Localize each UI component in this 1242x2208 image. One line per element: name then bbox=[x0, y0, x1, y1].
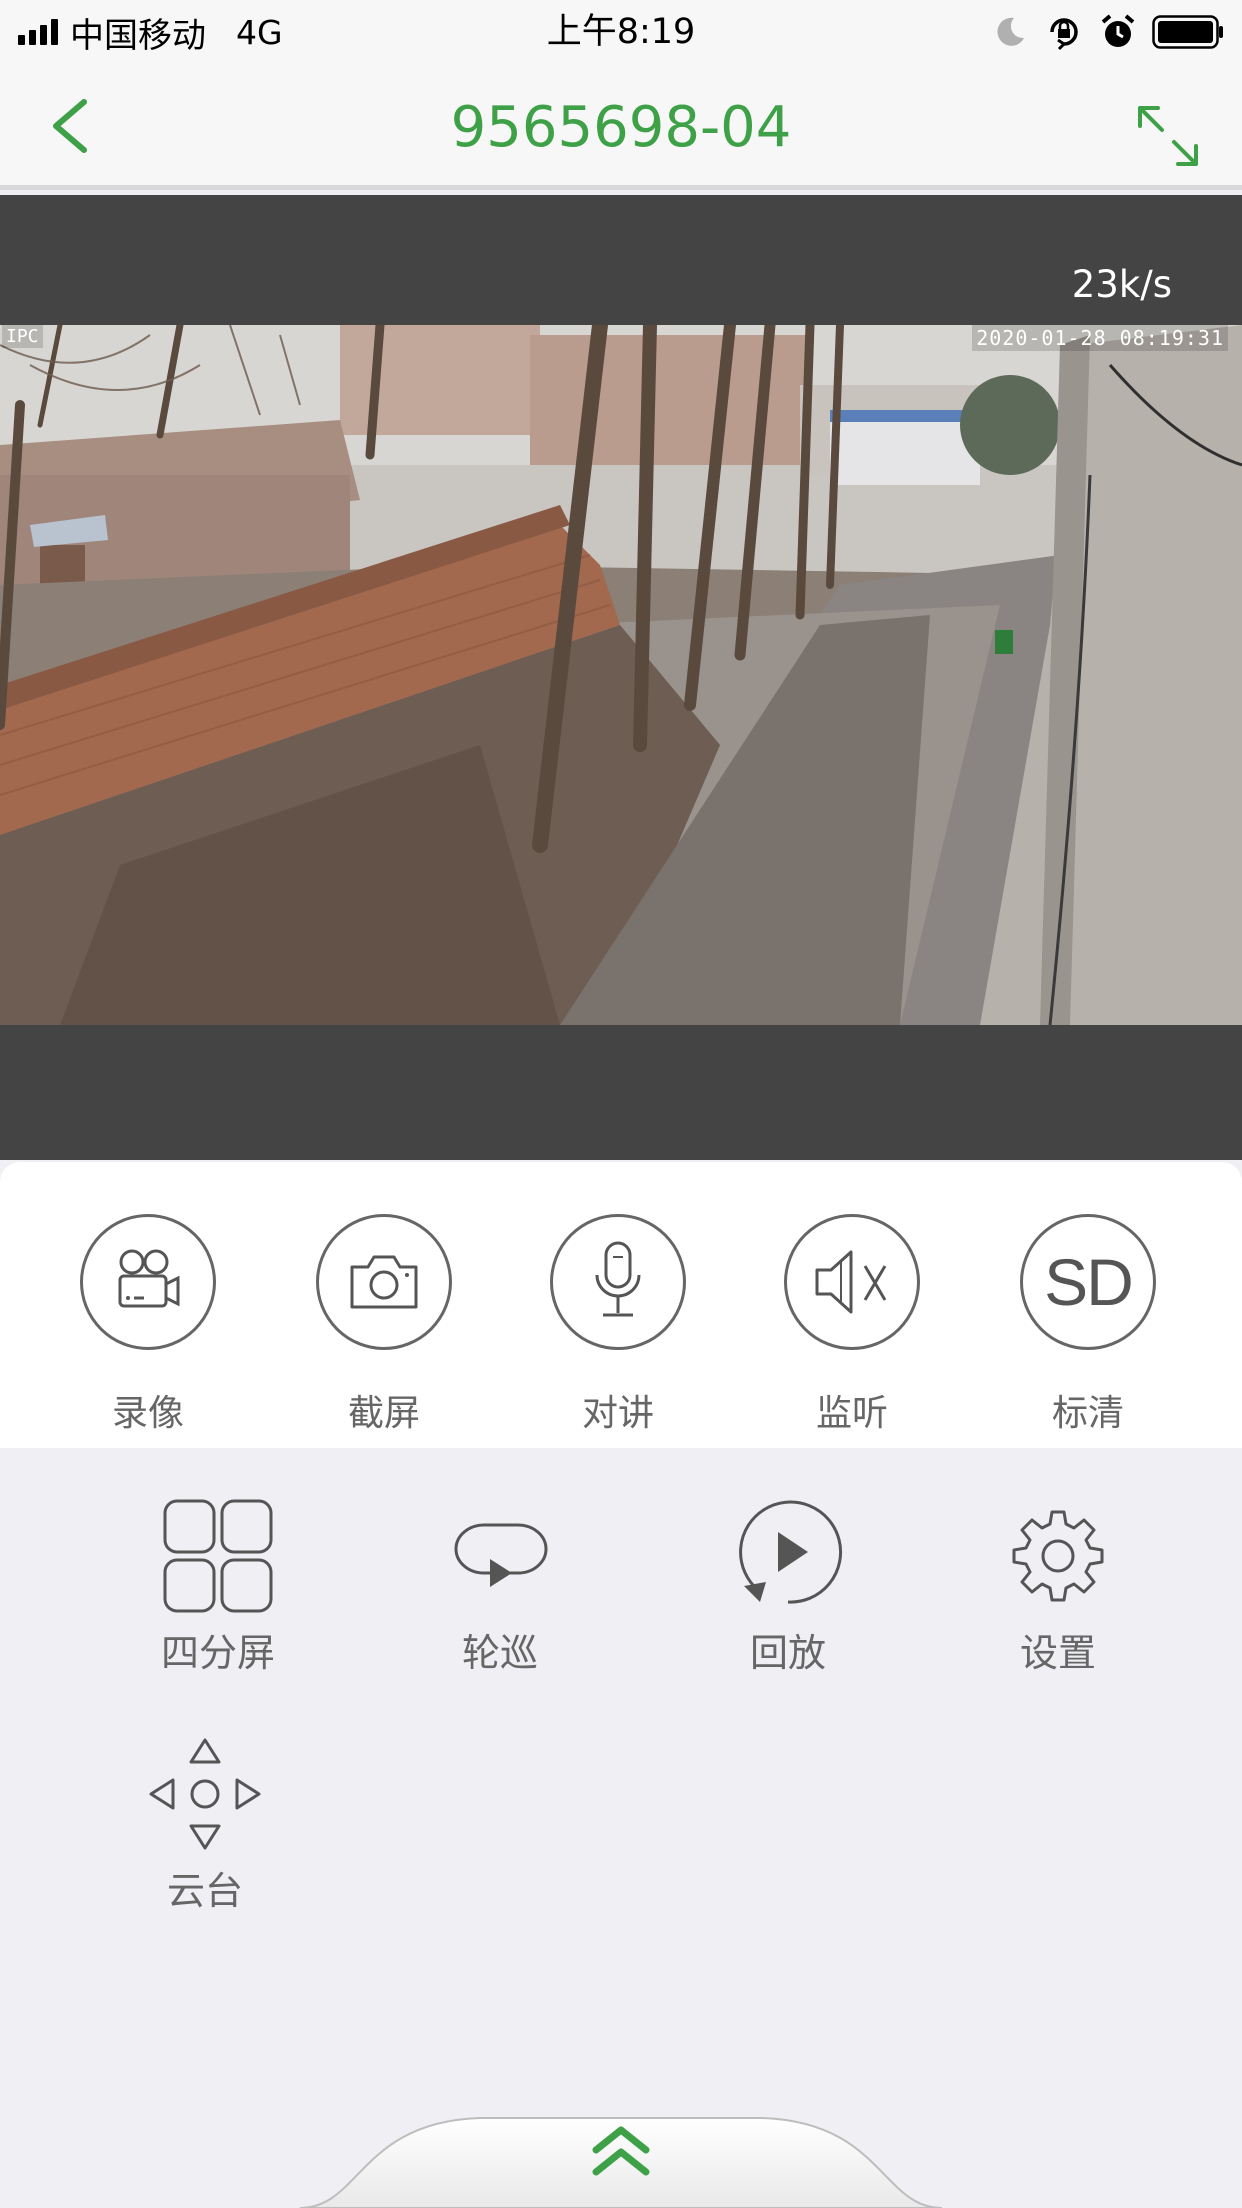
playback-icon bbox=[728, 1496, 848, 1616]
ptz-label: 云台 bbox=[166, 1869, 243, 1913]
intercom-button[interactable]: 对讲 bbox=[528, 1214, 708, 1434]
screenshot-button[interactable]: 截屏 bbox=[294, 1214, 474, 1434]
record-button-ring bbox=[80, 1214, 216, 1350]
speaker-mute-icon bbox=[815, 1250, 887, 1314]
quad-screen-icon bbox=[158, 1496, 278, 1616]
playback-label: 回放 bbox=[749, 1631, 826, 1675]
live-video[interactable]: IPC 2020-01-28 08:19:31 bbox=[0, 325, 1242, 1025]
channel-label: IPC bbox=[2, 325, 43, 348]
fullscreen-button[interactable] bbox=[1134, 102, 1202, 170]
cycle-button[interactable]: 轮巡 bbox=[400, 1496, 600, 1686]
ptz-button[interactable]: 云台 bbox=[105, 1734, 305, 1924]
settings-button[interactable]: 设置 bbox=[958, 1496, 1158, 1686]
rotation-lock-icon bbox=[1050, 18, 1078, 51]
cycle-label: 轮巡 bbox=[461, 1631, 538, 1675]
stream-speed: 23k/s bbox=[1071, 263, 1172, 306]
moon-icon bbox=[997, 17, 1024, 46]
quad-screen-label: 四分屏 bbox=[160, 1631, 275, 1675]
intercom-button-ring bbox=[550, 1214, 686, 1350]
video-area: 23k/s IPC 2020-01-28 08:19:31 bbox=[0, 195, 1242, 1160]
battery-icon bbox=[1152, 15, 1223, 49]
microphone-icon bbox=[595, 1241, 641, 1317]
settings-label: 设置 bbox=[1019, 1631, 1096, 1675]
screenshot-label: 截屏 bbox=[347, 1393, 420, 1434]
gear-icon bbox=[998, 1496, 1118, 1616]
camera-scene-image bbox=[0, 325, 1242, 1025]
status-bar: 中国移动 4G 上午8:19 bbox=[0, 0, 1242, 62]
video-timestamp: 2020-01-28 08:19:31 bbox=[972, 325, 1228, 351]
definition-button[interactable]: SD 标清 bbox=[998, 1214, 1178, 1434]
cycle-icon bbox=[440, 1496, 560, 1616]
definition-button-ring: SD bbox=[1020, 1214, 1156, 1350]
expand-panel-handle[interactable] bbox=[0, 2108, 1242, 2208]
sd-text-icon: SD bbox=[1044, 1245, 1134, 1319]
record-label: 录像 bbox=[111, 1393, 184, 1434]
status-right bbox=[990, 12, 1224, 52]
listen-button-ring bbox=[784, 1214, 920, 1350]
navigation-bar: 9565698-04 bbox=[0, 62, 1242, 190]
ptz-direction-icon bbox=[145, 1734, 265, 1854]
control-panel: 录像 截屏 对讲 监听 SD 标清 bbox=[0, 1162, 1242, 1448]
playback-button[interactable]: 回放 bbox=[688, 1496, 888, 1686]
intercom-label: 对讲 bbox=[581, 1393, 654, 1434]
record-button[interactable]: 录像 bbox=[58, 1214, 238, 1434]
listen-label: 监听 bbox=[815, 1393, 888, 1434]
definition-label: 标清 bbox=[1051, 1393, 1124, 1434]
listen-button[interactable]: 监听 bbox=[762, 1214, 942, 1434]
alarm-icon bbox=[1101, 14, 1135, 47]
device-title: 9565698-04 bbox=[450, 95, 792, 160]
quad-screen-button[interactable]: 四分屏 bbox=[118, 1496, 318, 1686]
screenshot-button-ring bbox=[316, 1214, 452, 1350]
camera-icon bbox=[350, 1255, 418, 1309]
video-camera-icon bbox=[118, 1249, 180, 1308]
